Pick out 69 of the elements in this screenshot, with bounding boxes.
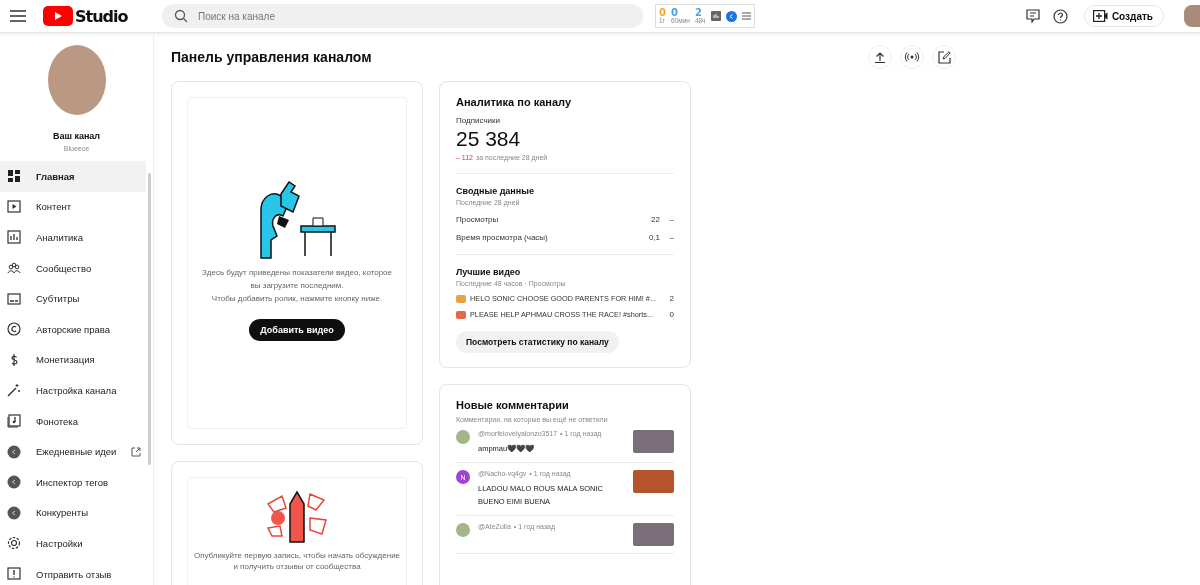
logo-text: Studio [75, 6, 128, 26]
extension-icon [7, 475, 21, 490]
video-thumbnail [633, 430, 674, 453]
nav-item[interactable]: Настройки [0, 528, 146, 559]
pencil-speech-bubbles-drawing [264, 488, 330, 544]
empty-state-text: Опубликуйте первую запись, чтобы начать обсуждение и получить отзывы от сообщества [192, 550, 402, 572]
nav-item[interactable]: Авторские права [0, 313, 146, 345]
nav-item[interactable]: Инспектор тегов [0, 466, 146, 498]
avatar[interactable] [1184, 5, 1200, 27]
nav-icon [7, 169, 21, 184]
chart-icon[interactable] [710, 11, 721, 21]
section-title: Сводные данные [456, 186, 535, 196]
play-logo-icon [43, 6, 73, 26]
nav-icon [7, 322, 21, 337]
nav-icon [7, 383, 21, 398]
nav-item[interactable]: Главная [0, 161, 146, 192]
upload-icon [874, 51, 886, 63]
nav-icon [7, 199, 21, 214]
empty-state-text: Здесь будут приведены показатели видео, которое вы загрузите последним. [200, 267, 394, 292]
nav-item[interactable]: Сообщество [0, 252, 146, 284]
nav-icon [7, 291, 21, 306]
channel-analytics-button[interactable]: Посмотреть статистику по каналу [456, 331, 619, 353]
nav-item[interactable]: Конкуренты [0, 497, 146, 529]
nav-item[interactable]: Фонотека [0, 405, 146, 437]
extension-icon [7, 444, 21, 459]
video-thumbnail [633, 523, 674, 546]
card-title: Новые комментарии [456, 399, 570, 411]
nav-item[interactable]: Аналитика [0, 222, 146, 253]
metric-trend: – [668, 233, 674, 242]
commenter-avatar[interactable] [456, 430, 470, 444]
nav-icon [7, 230, 21, 245]
section-title: Лучшие видео [456, 267, 522, 277]
metric-label: Время просмотра (часы) [456, 233, 548, 242]
commenter-avatar[interactable] [456, 523, 470, 537]
video-views: 2 [669, 294, 674, 303]
channel-title: Ваш канал [52, 131, 101, 141]
subscriber-count: 25 384 [456, 127, 522, 151]
search-field[interactable]: Поиск на канале [162, 4, 643, 28]
broadcast-icon [904, 52, 920, 62]
nav-icon [7, 536, 21, 551]
video-views: 0 [669, 310, 674, 319]
metric-label: Просмотры [456, 215, 499, 224]
counter-value: 2 [694, 7, 702, 18]
nav-item[interactable]: Настройка канала [0, 375, 146, 406]
page-title: Панель управления каналом [171, 49, 372, 65]
metric-trend: – [668, 215, 674, 224]
counter-value: 0 [670, 7, 678, 18]
add-video-icon [1092, 10, 1108, 22]
video-thumbnail [633, 470, 674, 493]
add-video-button[interactable]: Добавить видео [249, 319, 345, 341]
nav-item[interactable]: Монетизация [0, 344, 146, 376]
metric-value: 0,1 [648, 233, 660, 242]
card-title: Аналитика по каналу [456, 96, 573, 108]
nav-icon [7, 414, 21, 429]
counter-value: 0 [659, 7, 666, 18]
metric-value: 22 [651, 215, 660, 224]
nav-icon [7, 261, 21, 276]
nav-item[interactable]: Отправить отзыв [0, 558, 146, 585]
subscribers-label: Подписчики [456, 116, 501, 125]
menu-icon[interactable] [741, 12, 751, 20]
pencil-square-icon [937, 50, 951, 64]
nav-item[interactable]: Субтитры [0, 283, 146, 314]
extension-icon[interactable] [725, 10, 737, 22]
nav-icon [7, 567, 21, 581]
extension-icon [7, 505, 21, 520]
hint-text: Чтобы добавить ролик, нажмите кнопку ниже. [210, 293, 384, 305]
scrollbar[interactable] [148, 173, 151, 465]
nav-item[interactable]: Ежедневные идеи [0, 436, 146, 467]
nav-item[interactable]: Контент [0, 191, 146, 223]
